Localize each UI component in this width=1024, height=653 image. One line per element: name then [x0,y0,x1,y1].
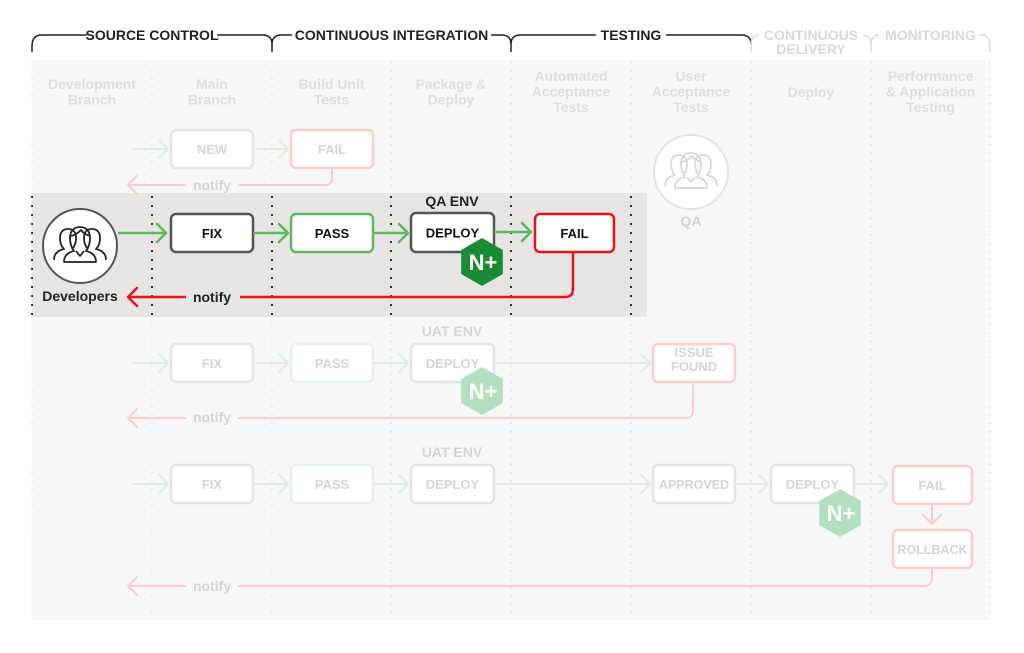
phase-bracket [31,34,87,52]
stage-box-issue-found: ISSUEFOUND [651,342,737,384]
stage-label: ISSUE [674,345,713,360]
phase-source-control: SOURCE CONTROL [31,27,273,52]
stage-label: FAIL [318,142,346,157]
phase-testing: TESTING [510,27,752,52]
column-header: Package & [416,76,487,92]
stage-box-rollback: ROLLBACK [891,528,974,570]
column-header: Tests [314,92,350,108]
phase-bracket [862,34,872,45]
column-header: Branch [68,92,116,108]
phase-bracket [979,34,991,52]
active-row-highlight [32,193,647,317]
stage-label: FIX [202,356,223,371]
nginx-plus-label: N+ [469,250,498,275]
column-header: Acceptance [652,84,731,100]
stage-label: DEPLOY [426,226,480,241]
notify-label: notify [193,409,231,425]
notify-label: notify [193,177,231,193]
phase-monitoring: MONITORING [870,27,991,52]
stage-label: FOUND [671,359,717,374]
stage-label: ROLLBACK [897,543,967,557]
stage-label: NEW [197,142,228,157]
env-label: UAT ENV [422,323,483,339]
stage-label: PASS [315,356,350,371]
column-header: & Application [886,84,976,100]
column-header: Automated [534,68,607,84]
column-header: Tests [673,99,709,115]
nginx-plus-label: N+ [469,379,498,404]
stage-box-new: NEW [169,128,255,170]
qa-label: QA [681,213,702,229]
nginx-plus-label: N+ [827,501,856,526]
actor-circle [42,208,118,284]
phase-bracket [750,34,760,52]
stage-label: PASS [315,477,350,492]
env-label: QA ENV [425,193,479,209]
stage-box-approved: APPROVED [651,463,737,505]
developers-label: Developers [42,288,118,304]
people-group-icon [42,208,118,284]
env-label: UAT ENV [422,444,483,460]
column-header: Deploy [788,84,835,100]
column-header: Tests [553,99,589,115]
column-header: Development [48,76,136,92]
stage-label: DEPLOY [426,356,480,371]
stage-label: FIX [202,477,223,492]
stage-label: DEPLOY [786,477,840,492]
phase-label: DELIVERY [776,41,846,57]
stage-box-fail: FAIL [891,464,974,506]
column-header: User [675,68,707,84]
stage-label: FAIL [918,478,946,493]
stage-label: DEPLOY [426,477,480,492]
stage-label: FIX [202,226,223,241]
column-header: Main [196,76,228,92]
stage-label: APPROVED [659,478,729,492]
phase-label: CONTINUOUS INTEGRATION [295,27,488,43]
column-header: Branch [188,92,236,108]
actor-circle [653,134,729,210]
phase-bracket [217,34,273,45]
phase-label: MONITORING [885,27,976,43]
column-header: Testing [906,99,955,115]
phase-bracket [510,34,596,52]
phase-bracket [491,34,512,45]
column-header: Deploy [428,92,475,108]
stage-box-fail: FAIL [533,212,616,254]
stage-box-pass: PASS [289,212,375,254]
phase-label: TESTING [601,27,662,43]
phase-bracket [870,34,880,52]
phase-continuous-delivery: CONTINUOUSDELIVERY [750,27,872,57]
notify-label: notify [193,289,231,305]
phase-bracket [271,34,292,52]
ci-cd-pipeline-diagram: SOURCE CONTROL CONTINUOUS INTEGRATION TEST… [31,27,991,620]
stage-box-fix: FIX [169,342,255,384]
people-group-icon [653,134,729,210]
stage-box-fix: FIX [169,463,255,505]
column-header: Performance [888,68,974,84]
phase-bracket [666,34,752,45]
stage-label: PASS [315,226,350,241]
phase-continuous-integration: CONTINUOUS INTEGRATION [271,27,512,52]
stage-box-pass: PASS [289,342,375,384]
notify-label: notify [193,578,231,594]
column-header: Build Unit [298,76,364,92]
phase-headers: SOURCE CONTROL CONTINUOUS INTEGRATION TEST… [31,27,991,57]
phase-label: SOURCE CONTROL [86,27,219,43]
stage-box-deploy: DEPLOY [409,463,496,505]
stage-box-fix: FIX [169,212,255,254]
column-header: Acceptance [532,84,611,100]
stage-label: FAIL [560,226,588,241]
stage-box-pass: PASS [289,463,375,505]
stage-box-fail: FAIL [289,128,375,170]
